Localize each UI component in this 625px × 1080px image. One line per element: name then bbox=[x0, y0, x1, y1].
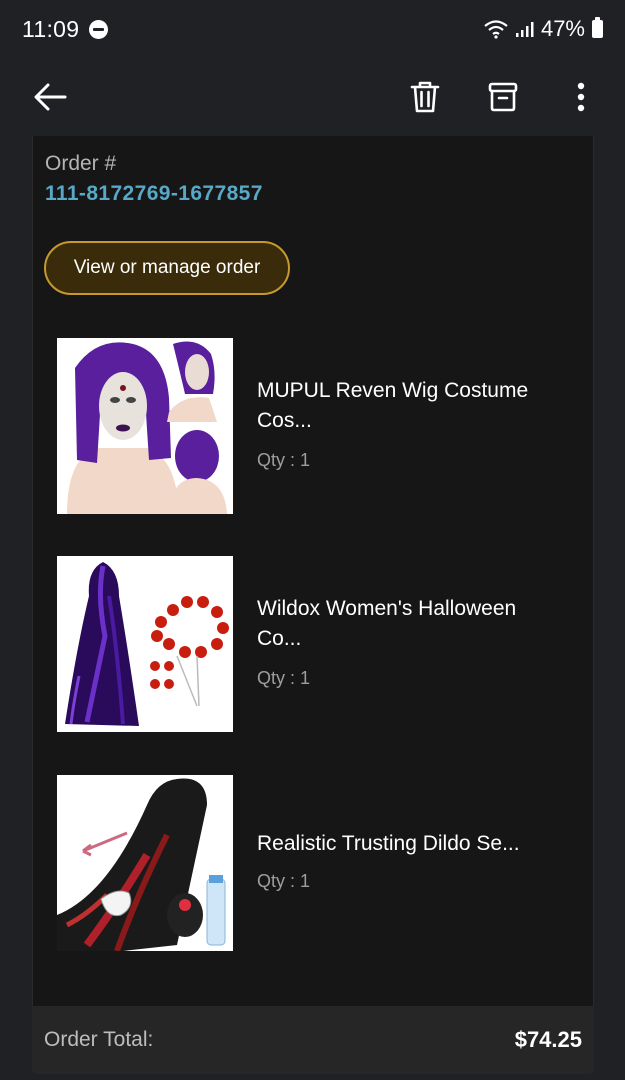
item-qty: Qty : 1 bbox=[257, 450, 311, 470]
battery-icon bbox=[592, 17, 603, 38]
wifi-icon bbox=[484, 20, 508, 39]
email-content: Order # 111-8172769-1677857 View or mana… bbox=[0, 136, 625, 1080]
order-total-value: $74.25 bbox=[514, 1027, 582, 1052]
item-image-wig[interactable] bbox=[57, 338, 233, 514]
battery-percent: 47% bbox=[540, 16, 585, 41]
order-number-link[interactable]: 111-8172769-1677857 bbox=[45, 182, 263, 206]
cloak-image bbox=[57, 556, 233, 732]
wig-image bbox=[57, 338, 233, 514]
back-arrow-icon bbox=[34, 83, 67, 111]
view-manage-order-button[interactable]: View or manage order bbox=[44, 241, 290, 295]
do-not-disturb-icon bbox=[89, 19, 109, 39]
more-vert-icon bbox=[577, 82, 585, 112]
item-title[interactable]: Realistic Trusting Dildo Se... bbox=[257, 829, 557, 859]
status-time: 11:09 bbox=[22, 15, 80, 42]
product-image bbox=[57, 775, 233, 951]
status-bar: 11:09 47% bbox=[0, 0, 625, 58]
app-actions bbox=[401, 73, 605, 121]
order-card: Order # 111-8172769-1677857 View or mana… bbox=[32, 136, 594, 1006]
order-label: Order # bbox=[45, 152, 117, 175]
back-button[interactable] bbox=[26, 73, 74, 121]
item-qty: Qty : 1 bbox=[257, 871, 311, 891]
more-options-button[interactable] bbox=[557, 73, 605, 121]
order-item[interactable]: Wildox Women's Halloween Co... Qty : 1 bbox=[57, 556, 577, 734]
archive-icon bbox=[488, 82, 518, 112]
order-item[interactable]: MUPUL Reven Wig Costume Cos... Qty : 1 bbox=[57, 338, 577, 516]
app-bar bbox=[0, 58, 625, 136]
item-qty: Qty : 1 bbox=[257, 668, 311, 688]
archive-button[interactable] bbox=[479, 73, 527, 121]
trash-icon bbox=[410, 81, 440, 113]
item-image-product[interactable] bbox=[57, 775, 233, 951]
order-total-bar: Order Total: $74.25 bbox=[32, 1006, 594, 1074]
signal-icon bbox=[515, 22, 534, 37]
status-right: 47% bbox=[483, 16, 603, 42]
delete-button[interactable] bbox=[401, 73, 449, 121]
status-left: 11:09 bbox=[22, 15, 109, 43]
item-image-cloak[interactable] bbox=[57, 556, 233, 732]
item-title[interactable]: MUPUL Reven Wig Costume Cos... bbox=[257, 376, 557, 436]
item-title[interactable]: Wildox Women's Halloween Co... bbox=[257, 594, 557, 654]
order-total-label: Order Total: bbox=[44, 1028, 154, 1051]
order-item[interactable]: Realistic Trusting Dildo Se... Qty : 1 bbox=[57, 775, 577, 953]
